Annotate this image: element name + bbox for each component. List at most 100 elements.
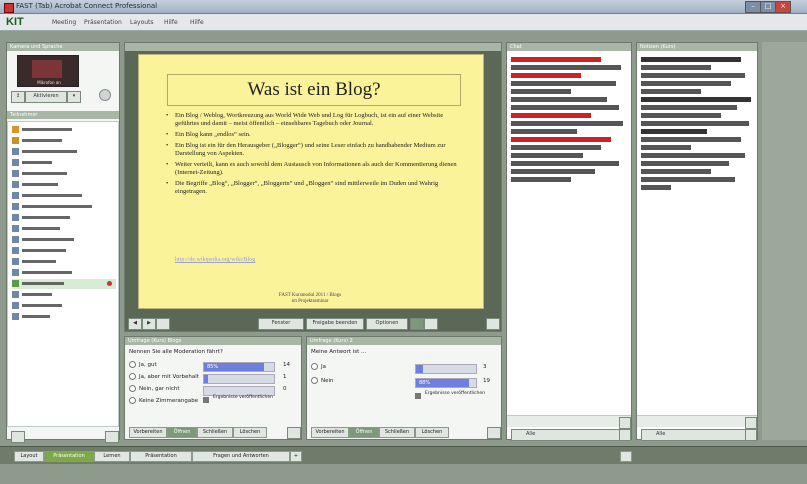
checkbox-icon[interactable] (415, 393, 421, 399)
minimize-button[interactable]: – (745, 1, 761, 13)
participant-icon (12, 269, 19, 276)
attendee-item[interactable] (12, 147, 77, 157)
radio-button[interactable] (129, 361, 136, 368)
next-slide-button[interactable]: ▶ (142, 318, 156, 330)
notes-recipient-select[interactable]: Alle (641, 429, 749, 441)
poll-1-option[interactable]: Nein, gar nicht (129, 385, 180, 394)
attendee-item[interactable] (12, 125, 72, 135)
settings-icon[interactable] (99, 89, 111, 101)
window-title: FAST (Tab) Acrobat Connect Professional (16, 2, 158, 10)
layout-tab[interactable]: Präsentation (130, 451, 192, 462)
attendee-item-selected[interactable] (12, 279, 116, 289)
layout-options-button[interactable] (620, 451, 632, 462)
poll-1-count: 1 (283, 374, 287, 380)
notes-send-button[interactable] (745, 417, 757, 429)
radio-button[interactable] (129, 373, 136, 380)
attendee-item[interactable] (12, 169, 67, 179)
attendee-item[interactable] (12, 136, 62, 146)
attendee-item[interactable] (12, 191, 82, 201)
prev-slide-button[interactable]: ◀ (128, 318, 142, 330)
radio-button[interactable] (311, 377, 318, 384)
chat-input[interactable] (507, 415, 631, 427)
attendee-options-button[interactable] (105, 431, 119, 443)
layout-tab[interactable]: Lernen (94, 451, 130, 462)
poll-2-header: Umfrage (Kurs) 2 (307, 337, 501, 345)
participant-icon (12, 225, 19, 232)
poll-panel-1: Umfrage (Kurs) Blogs Nennen Sie alle Mod… (124, 336, 302, 440)
attendee-item[interactable] (12, 312, 50, 322)
menu-hilfe[interactable]: Hilfe (164, 19, 178, 26)
chat-message (511, 121, 623, 126)
chat-message (511, 89, 571, 94)
poll-1-tab-prepare[interactable]: Vorbereiten (129, 427, 167, 438)
layout-tab[interactable]: Fragen und Antworten (192, 451, 290, 462)
attendee-item[interactable] (12, 301, 62, 311)
video-person-image (32, 60, 62, 78)
menu-praesentation[interactable]: Präsentation (84, 19, 122, 26)
chat-send-button[interactable] (619, 417, 631, 429)
participant-icon (12, 291, 19, 298)
poll-2-tab-open[interactable]: Öffnen (349, 427, 379, 438)
attendee-item[interactable] (12, 268, 72, 278)
poll-2-tab-delete[interactable]: Löschen (415, 427, 449, 438)
radio-button[interactable] (311, 363, 318, 370)
attendee-item[interactable] (12, 235, 74, 245)
participant-icon (12, 280, 19, 287)
slide-bullet: Ein Blog kann „endlos“ sein. (165, 131, 465, 139)
poll-2-option[interactable]: Nein (311, 377, 334, 386)
menu-hilfe-2[interactable]: Hilfe (190, 19, 204, 26)
poll-1-tab-open[interactable]: Öffnen (167, 427, 197, 438)
menu-layouts[interactable]: Layouts (130, 19, 154, 26)
attendee-item[interactable] (12, 213, 70, 223)
menu-meeting[interactable]: Meeting (52, 19, 76, 26)
attendee-list-header: Teilnehmer (7, 111, 119, 119)
stop-sharing-button[interactable]: Freigabe beenden (306, 318, 364, 330)
checkbox-icon[interactable] (203, 397, 209, 403)
chat-recipient-select[interactable]: Alle (511, 429, 623, 441)
attendee-item[interactable] (12, 246, 66, 256)
layout-tab[interactable]: Layout (14, 451, 44, 462)
poll-2-tab-prepare[interactable]: Vorbereiten (311, 427, 349, 438)
notes-input[interactable] (637, 415, 757, 427)
attendee-item[interactable] (12, 158, 52, 168)
close-button[interactable]: × (775, 1, 791, 13)
camera-options-dropdown[interactable]: ▾ (67, 91, 81, 103)
attendee-item[interactable] (12, 180, 58, 190)
attendee-item[interactable] (12, 290, 52, 300)
poll-1-options-button[interactable] (287, 427, 301, 439)
poll-2-options-button[interactable] (487, 427, 501, 439)
share-options-button[interactable] (486, 318, 500, 330)
poll-1-option[interactable]: Ja, aber mit Vorbehalt (129, 373, 199, 382)
slide-link[interactable]: http://de.wikipedia.org/wiki/Blog (175, 257, 255, 263)
maximize-button[interactable]: □ (760, 1, 776, 13)
note-line (641, 129, 707, 134)
poll-2-option[interactable]: Ja (311, 363, 326, 372)
poll-1-option[interactable]: Keine Zimmerangabe (129, 397, 198, 406)
add-layout-button[interactable]: + (290, 451, 302, 462)
fullscreen-button[interactable] (156, 318, 170, 330)
radio-button[interactable] (129, 397, 136, 404)
draw-tool-button[interactable] (410, 318, 424, 330)
attendee-item[interactable] (12, 202, 92, 212)
radio-button[interactable] (129, 385, 136, 392)
layout-tab-active[interactable]: Präsentation (44, 451, 94, 462)
window-button[interactable]: Fenster (258, 318, 304, 330)
poll-2-tab-close[interactable]: Schließen (379, 427, 415, 438)
chat-message (511, 65, 621, 70)
options-dropdown[interactable]: Optionen (366, 318, 408, 330)
poll-1-tab-delete[interactable]: Löschen (233, 427, 267, 438)
poll-1-option[interactable]: Ja, gut (129, 361, 157, 370)
video-caption: Mikrofon an (37, 80, 61, 85)
participant-icon (12, 203, 19, 210)
camera-toggle-button[interactable]: ↕ (11, 91, 25, 103)
pointer-tool-button[interactable] (424, 318, 438, 330)
poll-1-tab-close[interactable]: Schließen (197, 427, 233, 438)
attendee-item[interactable] (12, 224, 60, 234)
chat-options-button[interactable] (619, 429, 631, 441)
attendee-item[interactable] (12, 257, 56, 267)
poll-2-count: 3 (483, 364, 487, 370)
notes-options-button[interactable] (745, 429, 757, 441)
attendee-add-button[interactable] (11, 431, 25, 443)
note-line (641, 105, 737, 110)
activate-camera-button[interactable]: Aktivieren (25, 91, 67, 103)
